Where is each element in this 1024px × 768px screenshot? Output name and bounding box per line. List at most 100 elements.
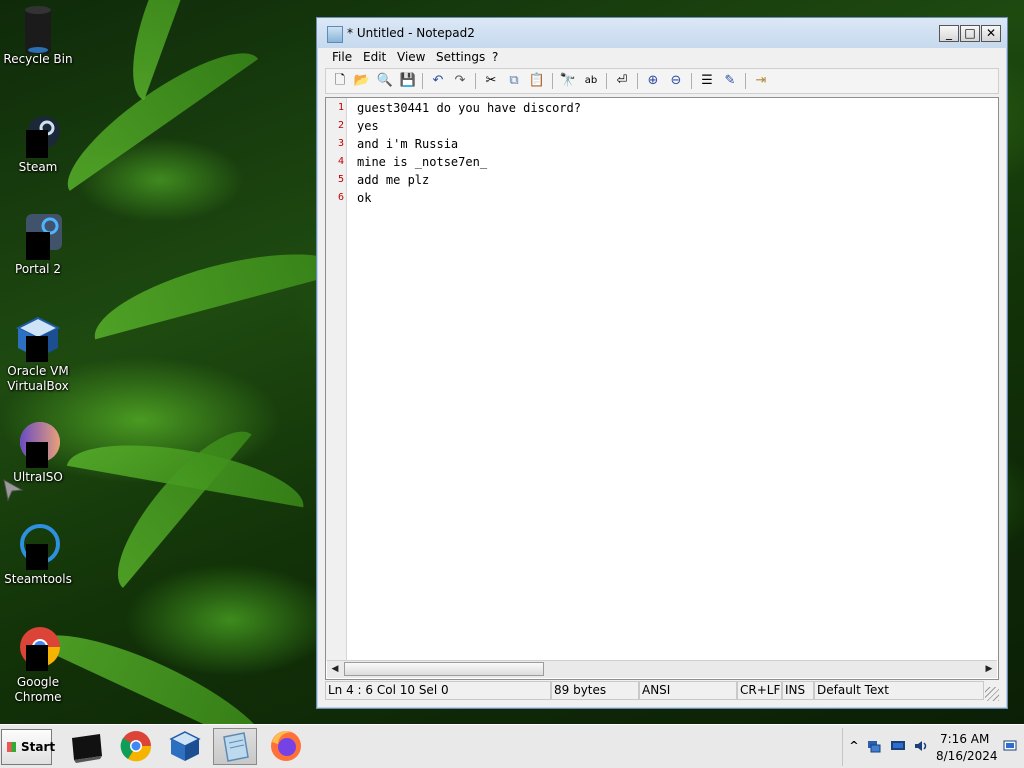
notepad2-icon [327,26,343,43]
menu-help[interactable]: ? [492,50,498,64]
firefox-icon [271,730,301,761]
toolbar-separator [691,73,692,89]
start-button[interactable]: Start [1,729,56,765]
replace-icon[interactable]: ab [582,73,600,89]
status-line-endings[interactable]: CR+LF [737,681,782,700]
desktop-icon-recycle-bin[interactable]: Recycle Bin [2,2,74,67]
text-line[interactable]: yes [357,119,379,133]
toolbar-separator [637,73,638,89]
word-wrap-icon[interactable]: ⏎ [613,73,631,89]
desktop-icon-label: Google [16,675,60,689]
taskbar-terminal[interactable] [64,728,108,765]
clock-time[interactable]: 7:16 AM [940,732,989,746]
toolbar-separator [552,73,553,89]
line-number: 4 [337,156,344,167]
taskbar-chrome[interactable] [114,728,158,765]
desktop-icon-ultraiso[interactable]: UltraISO [2,420,74,485]
scroll-left-icon[interactable]: ◀ [328,662,342,676]
status-encoding[interactable]: ANSI [639,681,737,700]
text-line[interactable]: and i'm Russia [357,137,458,151]
desktop-icon-portal2[interactable]: Portal 2 [2,212,74,277]
desktop-icon-virtualbox[interactable]: Oracle VM VirtualBox [2,314,74,394]
text-line[interactable]: ok [357,191,371,205]
status-scheme[interactable]: Default Text [814,681,984,700]
minimize-button[interactable]: _ [939,25,959,42]
show-hidden-icons-chevron[interactable]: ^ [847,739,861,753]
mouse-cursor-icon [2,478,24,505]
resize-grip-icon[interactable] [985,687,999,701]
desktop-icon-chrome[interactable]: Google Chrome [2,625,74,705]
chrome-icon [120,731,152,762]
desktop-icon-label: VirtualBox [7,379,69,393]
desktop-icon-label: Oracle VM [7,364,69,378]
network-icon[interactable] [867,739,881,753]
clock-date[interactable]: 8/16/2024 [936,749,998,763]
desktop-icon-label: Portal 2 [15,262,61,276]
text-editor[interactable]: 1 2 3 4 5 6 guest30441 do you have disco… [325,97,999,680]
menu-edit[interactable]: Edit [363,50,386,64]
open-file-icon[interactable]: 📂 [353,73,371,89]
paste-icon[interactable]: 📋 [528,73,546,89]
copy-icon[interactable]: ⧉ [505,73,523,89]
exit-icon[interactable]: ⇥ [752,73,770,89]
scrollbar-thumb[interactable] [344,662,544,676]
save-icon[interactable]: 💾 [399,73,417,89]
desktop-icon-steam[interactable]: Steam [2,110,74,175]
zoom-in-icon[interactable]: ⊕ [644,73,662,89]
redo-icon[interactable]: ↷ [451,73,469,89]
new-file-icon[interactable]: 🗋 [331,73,349,89]
scroll-right-icon[interactable]: ▶ [982,662,996,676]
horizontal-scrollbar[interactable]: ◀ ▶ [327,660,997,678]
display-icon[interactable] [890,739,905,753]
taskbar-notepad2[interactable] [213,728,257,765]
cut-icon[interactable]: ✂ [482,73,500,89]
line-number-gutter: 1 2 3 4 5 6 [326,98,347,661]
undo-icon[interactable]: ↶ [429,73,447,89]
leaf-shape [84,233,347,340]
customize-scheme-icon[interactable]: ✎ [721,73,739,89]
menu-file[interactable]: File [332,50,352,64]
portal2-icon [14,212,62,260]
menu-settings[interactable]: Settings [436,50,485,64]
steam-icon [14,110,62,158]
menu-view[interactable]: View [397,50,425,64]
menu-bar: File Edit View Settings ? [317,48,1007,68]
maximize-button[interactable]: □ [960,25,980,42]
virtualbox-icon [169,731,201,761]
notification-icon[interactable] [1003,739,1017,753]
line-number: 5 [337,174,344,185]
window-title: * Untitled - Notepad2 [347,26,475,40]
status-bar: Ln 4 : 6 Col 10 Sel 0 89 bytes ANSI CR+L… [325,681,999,701]
toolbar-separator [422,73,423,89]
toolbar-separator [475,73,476,89]
scheme-icon[interactable]: ☰ [698,73,716,89]
close-button[interactable]: ✕ [981,25,1001,42]
browse-icon[interactable]: 🔍 [376,73,394,89]
status-size: 89 bytes [551,681,639,700]
start-label: Start [21,740,56,754]
title-bar[interactable]: * Untitled - Notepad2 _ □ ✕ [317,18,1007,48]
chrome-icon [14,625,62,673]
notepad2-icon [223,732,249,762]
virtualbox-icon [14,314,62,362]
taskbar-virtualbox[interactable] [163,728,207,765]
leaf-shape [96,412,252,588]
desktop-icon-steamtools[interactable]: Steamtools [2,522,74,587]
toolbar-separator [745,73,746,89]
taskbar-firefox[interactable] [264,728,308,765]
desktop-icon-label: Steam [18,160,58,174]
notepad2-window[interactable]: * Untitled - Notepad2 _ □ ✕ File Edit Vi… [316,17,1008,709]
steamtools-icon [14,522,62,570]
recycle-bin-icon [14,2,62,54]
text-line[interactable]: add me plz [357,173,429,187]
text-line[interactable]: guest30441 do you have discord? [357,101,581,115]
system-tray: ^ 7:16 AM 8/16/2024 [842,728,1024,766]
zoom-out-icon[interactable]: ⊖ [667,73,685,89]
find-icon[interactable]: 🔭 [559,73,577,89]
toolbar: 🗋 📂 🔍 💾 ↶ ↷ ✂ ⧉ 📋 🔭 ab ⏎ ⊕ ⊖ ☰ ✎ ⇥ [325,68,999,94]
desktop-icon-label: Chrome [14,690,62,704]
volume-icon[interactable] [913,739,927,753]
terminal-icon [72,734,102,763]
line-number: 1 [337,102,344,113]
text-line[interactable]: mine is _notse7en_ [357,155,487,169]
